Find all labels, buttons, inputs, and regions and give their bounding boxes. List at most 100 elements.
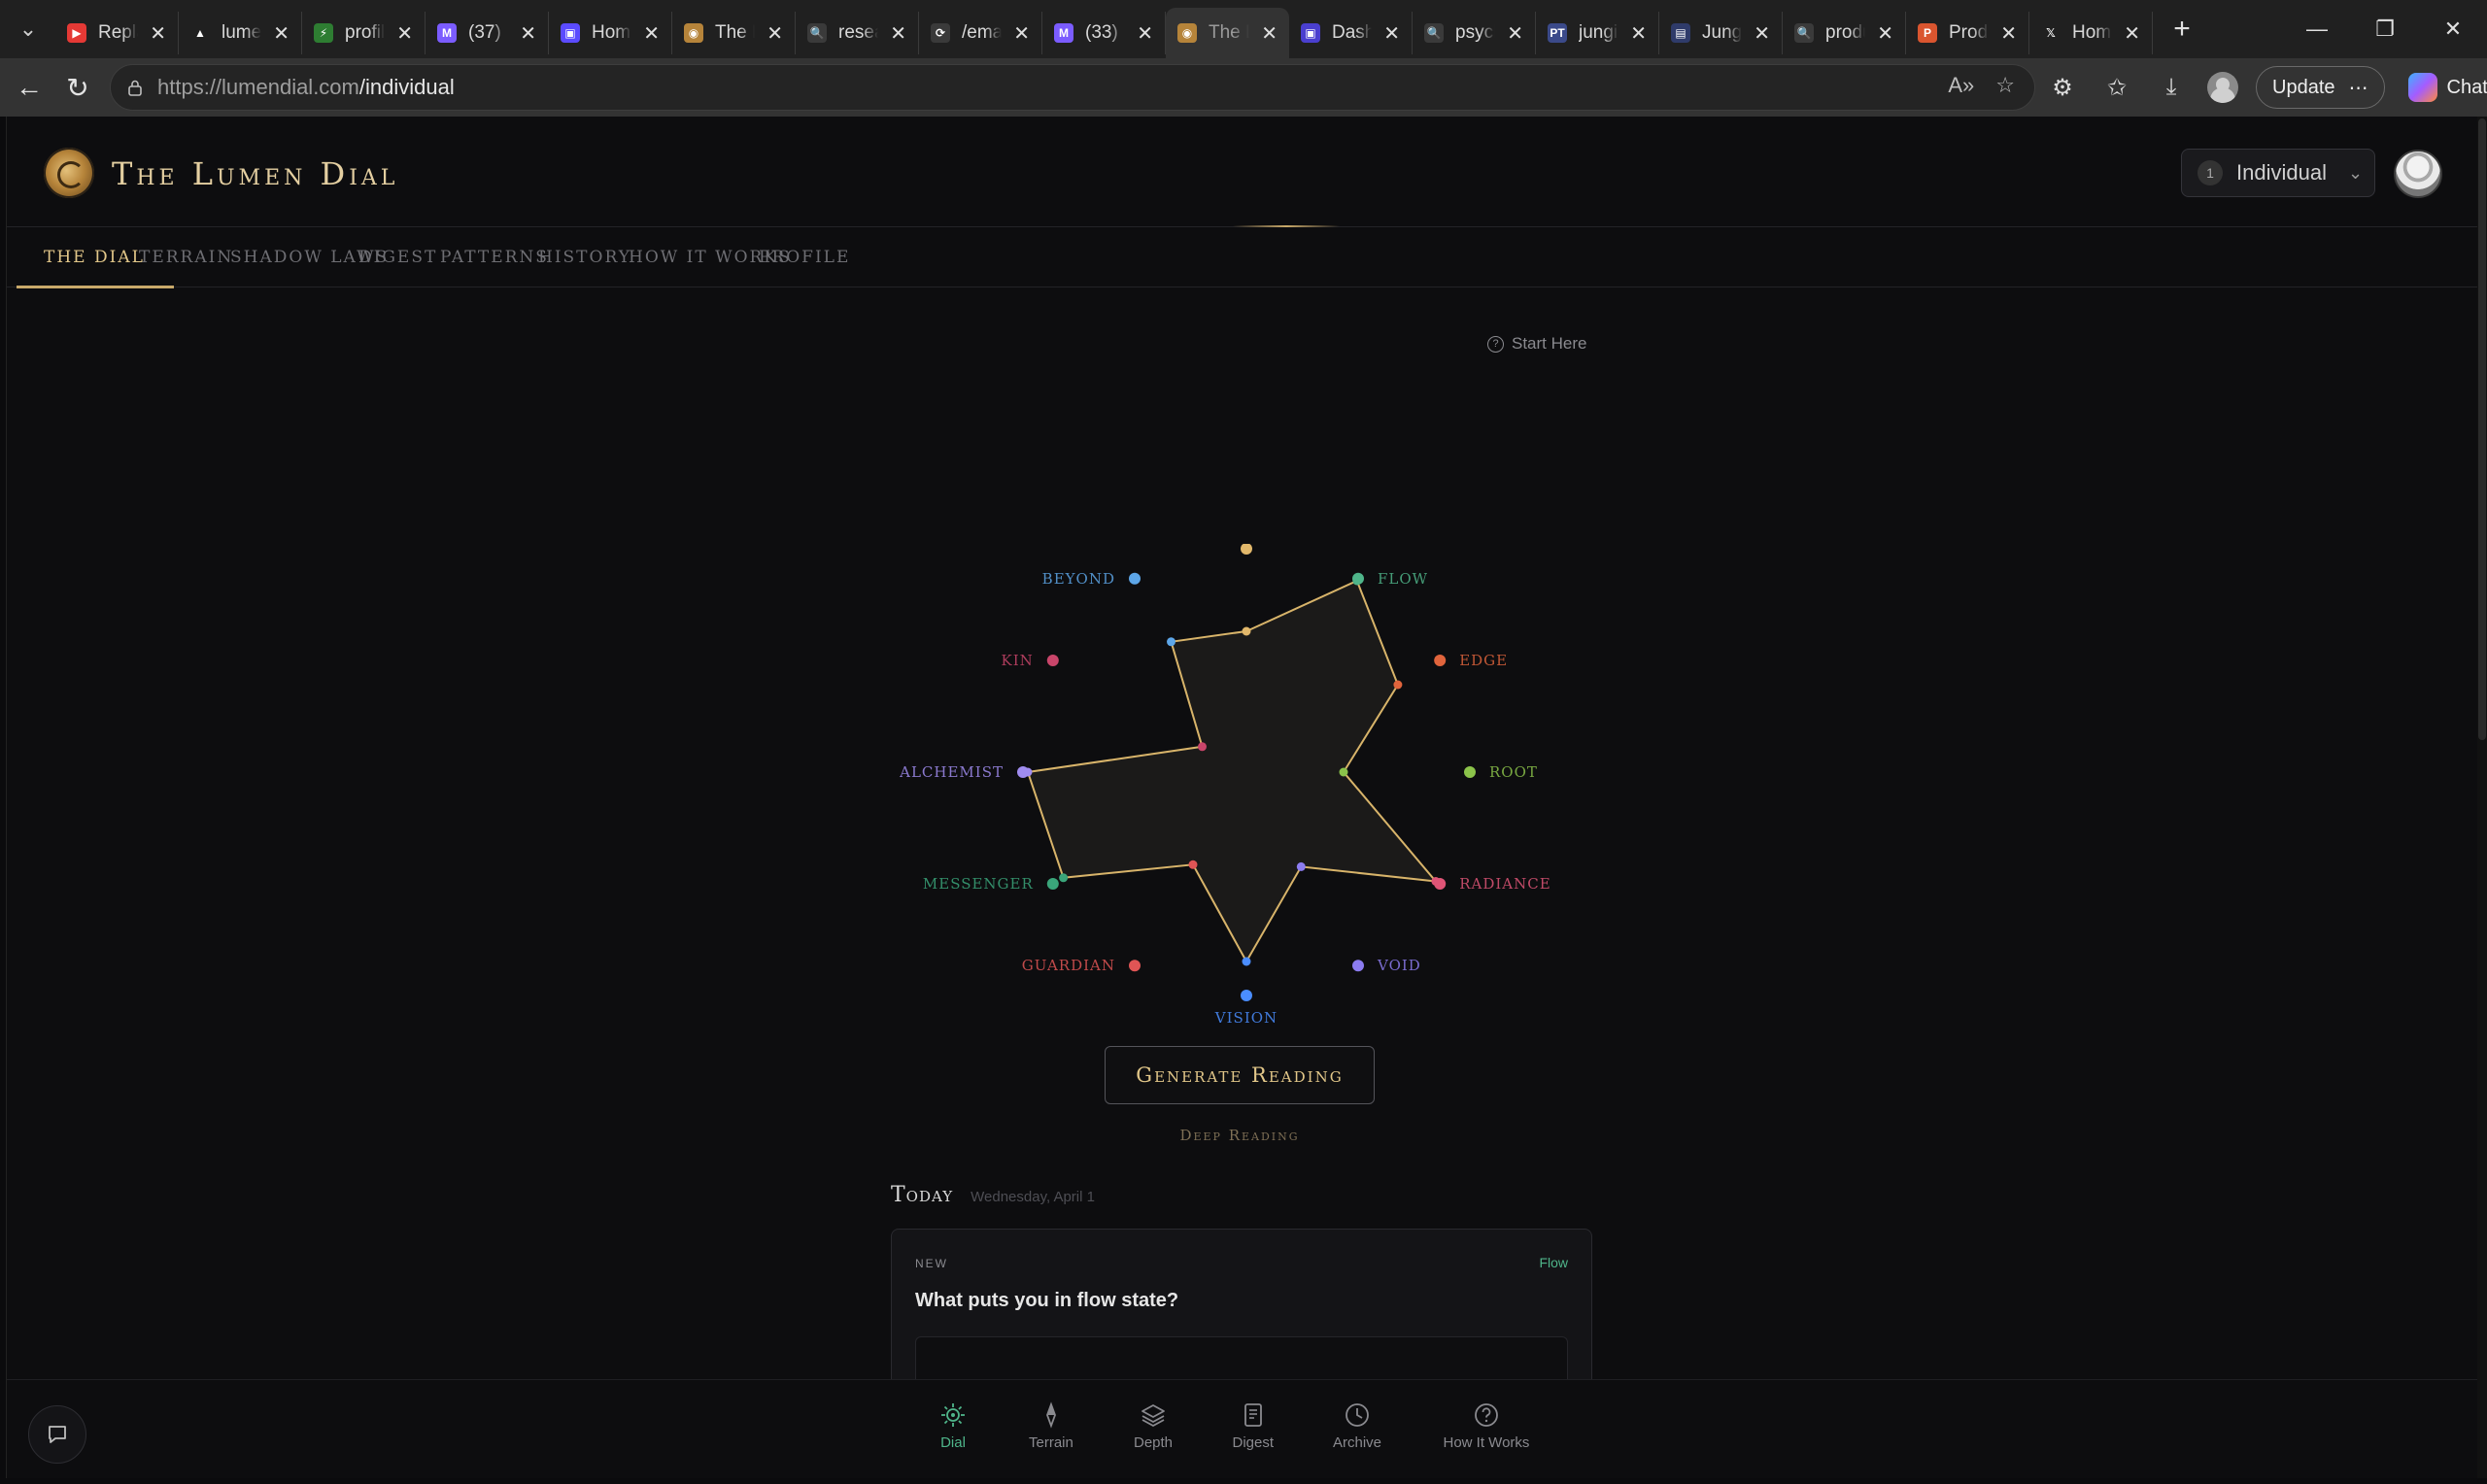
restore-icon[interactable]: ❐ (2351, 0, 2419, 58)
browser-tab[interactable]: 🔍 resea ✕ (796, 12, 919, 54)
browser-tabs: ▶ Repla ✕ ▲ lumen ✕ ⚡ profil ✕ M (37) In ✕ ▣ Home ✕ ◉ Th… (55, 0, 2153, 58)
browser-tab[interactable]: ▲ lumen ✕ (179, 12, 302, 54)
tab-title: jungi (1579, 22, 1618, 43)
browser-tab[interactable]: 𝕏 Home ✕ (2029, 12, 2153, 54)
tab-close-icon[interactable]: ✕ (1137, 21, 1153, 46)
nav-tab-patterns[interactable]: Patterns (440, 227, 549, 287)
tab-close-icon[interactable]: ✕ (1383, 21, 1400, 46)
tab-close-icon[interactable]: ✕ (396, 21, 413, 46)
browser-tab[interactable]: ◉ The L ✕ (672, 12, 796, 54)
tab-close-icon[interactable]: ✕ (1877, 21, 1893, 46)
reload-icon[interactable]: ↻ (54, 64, 101, 111)
dial-axis-dot-radiance[interactable] (1434, 878, 1447, 890)
app-header: The Lumen Dial 1 Individual ⌄ (7, 117, 2477, 227)
dial-axis-dot-kin[interactable] (1046, 655, 1059, 666)
dial-axis-dot-flow[interactable] (1352, 572, 1364, 585)
bottom-nav-archive[interactable]: Archive (1333, 1401, 1381, 1451)
nav-tab-digest[interactable]: Digest (358, 227, 437, 287)
tab-favicon-icon: P (1918, 23, 1937, 43)
extensions-icon[interactable]: ⚙ (2044, 69, 2081, 106)
nav-tab-terrain[interactable]: Terrain (139, 227, 233, 287)
favorite-star-icon[interactable]: ☆ (1995, 73, 2015, 98)
dial-axis-dot-edge[interactable] (1434, 655, 1447, 666)
nav-tab-history[interactable]: History (538, 227, 631, 287)
dial-axis-dot-forge[interactable] (1241, 544, 1252, 555)
copilot-chat-button[interactable]: Chat (2407, 73, 2487, 102)
browser-tab[interactable]: ▤ Jungi ✕ (1659, 12, 1783, 54)
tab-list-chevron-icon[interactable]: ⌄ (9, 10, 48, 49)
browser-tab[interactable]: M (37) In ✕ (426, 12, 549, 54)
address-bar[interactable]: https://lumendial.com/individual A» ☆ (110, 64, 2035, 111)
bottom-nav-terrain[interactable]: Terrain (1029, 1401, 1073, 1451)
help-icon (1473, 1401, 1500, 1429)
dial-axis-dot-beyond[interactable] (1129, 572, 1141, 585)
tab-title: Repla (98, 22, 138, 43)
tab-title: Home (2072, 22, 2112, 43)
dial-vertex-root (1339, 767, 1348, 777)
page-scrollbar-thumb[interactable] (2478, 118, 2486, 740)
tab-close-icon[interactable]: ✕ (890, 21, 906, 46)
browser-tab[interactable]: PT jungi ✕ (1536, 12, 1659, 54)
tab-close-icon[interactable]: ✕ (150, 21, 166, 46)
browser-tabstrip: ⌄ ▶Repla✕▲lumen✕⚡profil✕M(37) In✕▣Home✕◉… (0, 0, 2487, 58)
tab-close-icon[interactable]: ✕ (1261, 21, 1278, 46)
dial-axis-dot-alchemist[interactable] (1017, 766, 1029, 778)
update-button[interactable]: Update ⋯ (2256, 66, 2385, 109)
mode-select[interactable]: 1 Individual ⌄ (2181, 149, 2375, 197)
browser-tab[interactable]: ▶ Repla ✕ (55, 12, 179, 54)
browser-tab[interactable]: ◉ The L ✕ (1166, 8, 1289, 58)
site-info-icon[interactable] (126, 79, 144, 96)
close-window-icon[interactable]: ✕ (2419, 0, 2487, 58)
tab-favicon-icon: ▣ (561, 23, 580, 43)
mode-label: Individual (2236, 160, 2327, 185)
tab-close-icon[interactable]: ✕ (1013, 21, 1030, 46)
generate-reading-button[interactable]: Generate Reading (1105, 1046, 1375, 1104)
document-icon (1240, 1401, 1267, 1429)
tab-close-icon[interactable]: ✕ (1630, 21, 1647, 46)
tab-close-icon[interactable]: ✕ (273, 21, 290, 46)
start-here-link[interactable]: ? Start Here (1487, 334, 1586, 354)
deep-reading-link[interactable]: Deep Reading (1105, 1127, 1375, 1144)
tab-title: Home (592, 22, 631, 43)
dial-axis-dot-vision[interactable] (1241, 990, 1252, 1001)
bottom-nav-how-it-works[interactable]: How It Works (1444, 1401, 1529, 1451)
browser-profile-avatar[interactable] (2207, 72, 2238, 103)
tab-close-icon[interactable]: ✕ (2124, 21, 2140, 46)
dial-axis-dot-root[interactable] (1464, 766, 1476, 778)
browser-tab[interactable]: 🔍 psych ✕ (1413, 12, 1536, 54)
bottom-nav-digest[interactable]: Digest (1233, 1401, 1274, 1451)
dial-axis-dot-void[interactable] (1352, 960, 1364, 972)
browser-tab[interactable]: ⟳ /ema ✕ (919, 12, 1042, 54)
tab-close-icon[interactable]: ✕ (1754, 21, 1770, 46)
browser-tab[interactable]: ▣ Dashb ✕ (1289, 12, 1413, 54)
bottom-nav-depth[interactable]: Depth (1134, 1401, 1173, 1451)
tab-title: Jungi (1702, 22, 1743, 43)
dial-icon (939, 1401, 967, 1429)
tab-close-icon[interactable]: ✕ (1507, 21, 1523, 46)
dial-axis-dot-messenger[interactable] (1046, 878, 1059, 890)
browser-tab[interactable]: ▣ Home ✕ (549, 12, 672, 54)
tab-close-icon[interactable]: ✕ (2000, 21, 2017, 46)
dial-axis-dot-guardian[interactable] (1129, 960, 1141, 972)
nav-tab-the-dial[interactable]: The Dial (17, 227, 174, 288)
lumen-dial-logo[interactable] (44, 148, 94, 198)
browser-tab[interactable]: ⚡ profil ✕ (302, 12, 426, 54)
new-tab-button[interactable]: + (2163, 10, 2201, 49)
downloads-icon[interactable]: ⤓ (2153, 69, 2190, 106)
bottom-nav-dial[interactable]: Dial (939, 1401, 967, 1451)
tab-close-icon[interactable]: ✕ (767, 21, 783, 46)
browser-tab[interactable]: P Produ ✕ (1906, 12, 2029, 54)
dial-label-messenger: MESSENGER (923, 875, 1034, 893)
minimize-icon[interactable]: — (2283, 0, 2351, 58)
chat-fab-button[interactable] (28, 1405, 86, 1464)
user-avatar[interactable] (2394, 150, 2442, 198)
read-aloud-icon[interactable]: A» (1948, 73, 1974, 98)
browser-tab[interactable]: M (33) I ✕ (1042, 12, 1166, 54)
nav-tab-profile[interactable]: Profile (759, 227, 850, 287)
tab-close-icon[interactable]: ✕ (520, 21, 536, 46)
browser-tab[interactable]: 🔍 produ ✕ (1783, 12, 1906, 54)
favorites-icon[interactable]: ✩ (2098, 69, 2135, 106)
mode-badge: 1 (2197, 160, 2223, 186)
tab-close-icon[interactable]: ✕ (643, 21, 660, 46)
back-arrow-icon[interactable]: ← (6, 64, 52, 111)
